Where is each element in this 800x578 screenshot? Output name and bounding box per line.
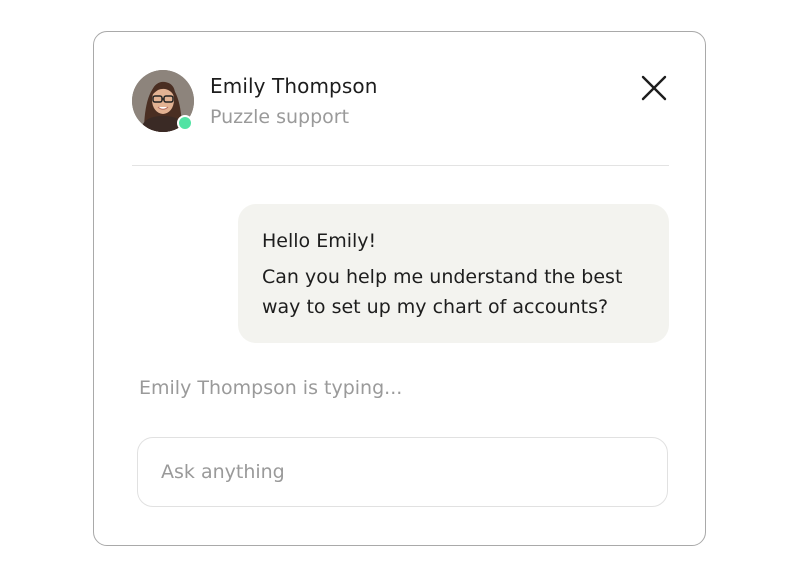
close-icon — [641, 75, 667, 101]
header-divider — [132, 165, 669, 166]
agent-avatar — [132, 70, 194, 132]
typing-indicator: Emily Thompson is typing... — [139, 377, 403, 399]
chat-header: Emily Thompson Puzzle support — [132, 70, 669, 132]
message-line: Hello Emily! — [262, 230, 377, 252]
agent-role: Puzzle support — [210, 106, 350, 128]
close-button[interactable] — [639, 73, 669, 103]
user-message-bubble: Hello Emily! Can you help me understand … — [238, 204, 669, 343]
online-status-dot — [177, 115, 193, 131]
message-line: Can you help me understand the best way … — [262, 266, 623, 318]
message-composer[interactable] — [137, 437, 668, 507]
agent-name: Emily Thompson — [210, 74, 378, 98]
message-input[interactable] — [138, 438, 667, 506]
chat-widget: Emily Thompson Puzzle support Hello Emil… — [93, 31, 706, 546]
